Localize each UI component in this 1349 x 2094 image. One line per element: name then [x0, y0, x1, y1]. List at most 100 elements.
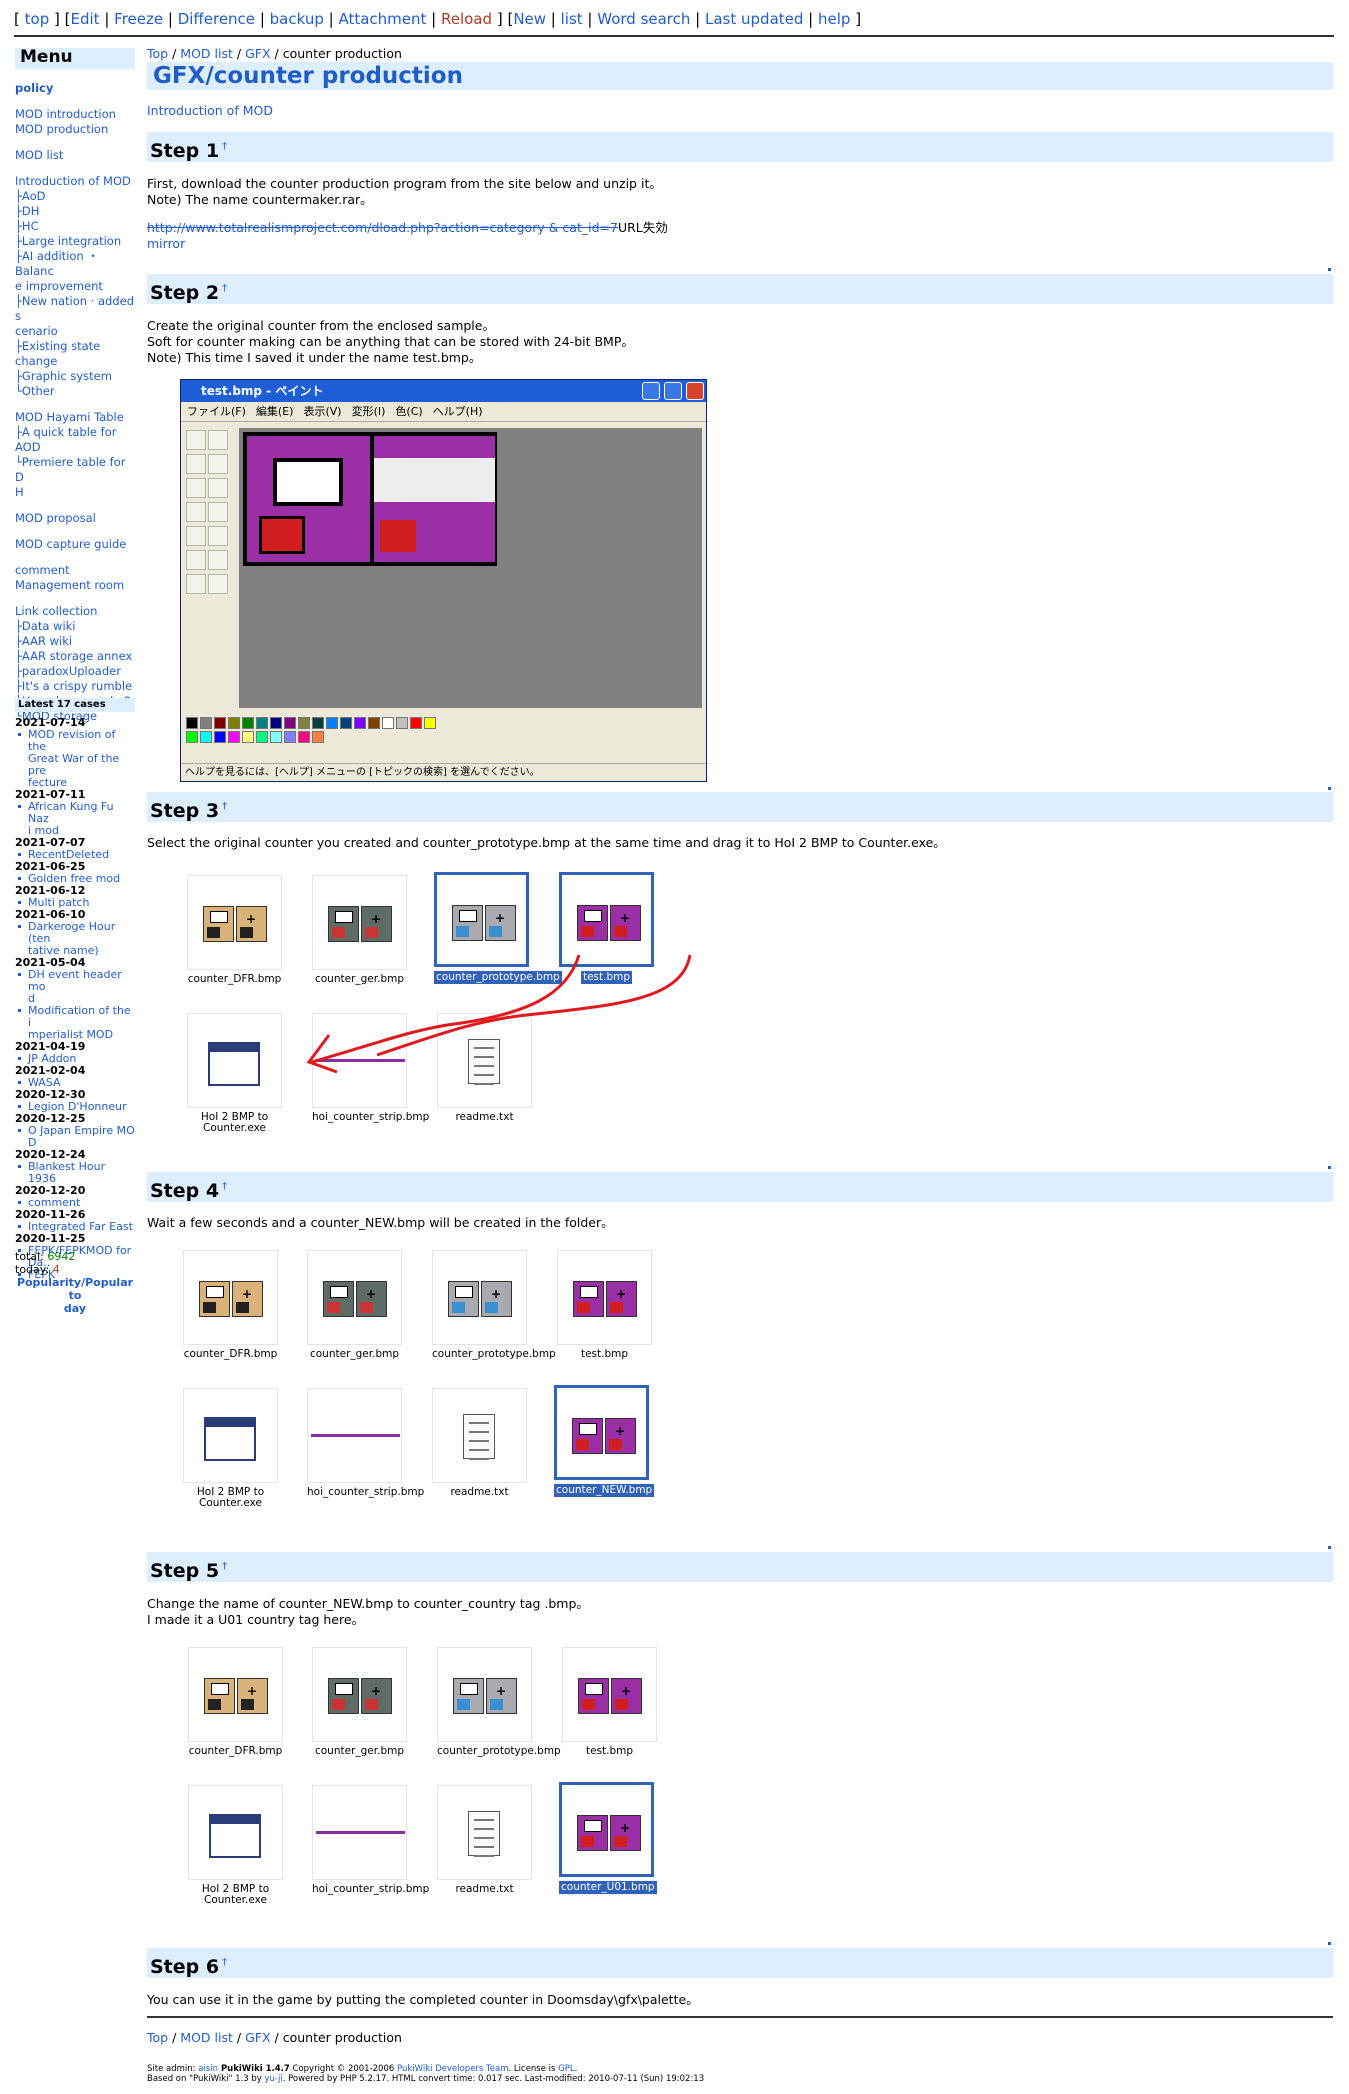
- recent-item-link[interactable]: WASA: [15, 1077, 135, 1089]
- jump-dot-icon[interactable]: [1328, 1546, 1331, 1549]
- download-url-link[interactable]: http://www.totalrealismproject.com/dload…: [147, 220, 618, 235]
- nav-top-link[interactable]: top: [25, 10, 50, 28]
- anchor-up-icon[interactable]: †: [222, 283, 227, 294]
- breadcrumb-top[interactable]: Top: [147, 46, 168, 61]
- nav-edit-link[interactable]: Edit: [71, 10, 100, 28]
- nav-help-link[interactable]: help: [818, 10, 850, 28]
- breadcrumb-top[interactable]: Top: [147, 2030, 168, 2045]
- menu-existing-link[interactable]: ├Existing state change: [15, 339, 135, 369]
- breadcrumb-modlist[interactable]: MOD list: [180, 46, 233, 61]
- file-icon-ger[interactable]: + counter_ger.bmp: [307, 1250, 402, 1360]
- menu-crispy-link[interactable]: ├It's a crispy rumble: [15, 679, 135, 694]
- jump-dot-icon[interactable]: [1328, 1166, 1331, 1169]
- file-icon-test[interactable]: + test.bmp: [562, 1647, 657, 1757]
- file-icon-u01[interactable]: + counter_U01.bmp: [559, 1782, 657, 1894]
- yuji-link[interactable]: yu-ji: [264, 2074, 282, 2084]
- file-icon-dfr[interactable]: + counter_DFR.bmp: [187, 875, 282, 985]
- popular-link-cont[interactable]: day: [64, 1302, 86, 1315]
- menu-large-link[interactable]: ├Large integration: [15, 234, 135, 249]
- recent-item-link[interactable]: Darkeroge Hour (ten tative name): [15, 921, 135, 957]
- anchor-up-icon[interactable]: †: [222, 141, 227, 152]
- nav-attach-link[interactable]: Attachment: [338, 10, 426, 28]
- file-icon-readme[interactable]: readme.txt: [432, 1388, 527, 1498]
- nav-list-link[interactable]: list: [561, 10, 583, 28]
- menu-aod-link[interactable]: ├AoD: [15, 189, 135, 204]
- menu-modlist-link[interactable]: MOD list: [15, 148, 135, 163]
- gpl-link[interactable]: GPL: [558, 2064, 574, 2074]
- file-icon-proto[interactable]: + counter_prototype.bmp: [434, 872, 562, 984]
- menu-aarannex-link[interactable]: ├AAR storage annex: [15, 649, 135, 664]
- nav-search-link[interactable]: Word search: [597, 10, 690, 28]
- file-icon-proto[interactable]: + counter_prototype.bmp: [437, 1647, 561, 1757]
- file-icon-readme[interactable]: readme.txt: [437, 1785, 532, 1895]
- file-icon-ger[interactable]: + counter_ger.bmp: [312, 1647, 407, 1757]
- breadcrumb-gfx[interactable]: GFX: [245, 46, 270, 61]
- nav-reload-link[interactable]: Reload: [441, 10, 492, 28]
- recent-item-link[interactable]: Multi patch: [15, 897, 135, 909]
- recent-item-link[interactable]: African Kung Fu Naz i mod: [15, 801, 135, 837]
- nav-updated-link[interactable]: Last updated: [705, 10, 803, 28]
- menu-proposal-link[interactable]: MOD proposal: [15, 511, 135, 526]
- breadcrumb-gfx[interactable]: GFX: [245, 2030, 270, 2045]
- recent-item-link[interactable]: RecentDeleted: [15, 849, 135, 861]
- recent-item-link[interactable]: JP Addon: [15, 1053, 135, 1065]
- file-icon-strip[interactable]: hoi_counter_strip.bmp: [307, 1388, 424, 1498]
- recent-item-link[interactable]: O Japan Empire MO D: [15, 1125, 135, 1149]
- recent-item-link[interactable]: comment: [15, 1197, 135, 1209]
- menu-premiere-link-cont[interactable]: H: [15, 485, 135, 500]
- recent-item-link[interactable]: Modification of the i mperialist MOD: [15, 1005, 135, 1041]
- menu-other-link[interactable]: └Other: [15, 384, 135, 399]
- admin-link[interactable]: aisin: [198, 2064, 218, 2074]
- anchor-up-icon[interactable]: †: [222, 1561, 227, 1572]
- anchor-up-icon[interactable]: †: [222, 1181, 227, 1192]
- file-icon-strip[interactable]: hoi_counter_strip.bmp: [312, 1785, 429, 1895]
- menu-hayami-link[interactable]: MOD Hayami Table: [15, 410, 135, 425]
- menu-newnation-link[interactable]: ├New nation · added s: [15, 294, 135, 324]
- menu-newnation-link-cont[interactable]: cenario: [15, 324, 135, 339]
- menu-datawiki-link[interactable]: ├Data wiki: [15, 619, 135, 634]
- mirror-link[interactable]: mirror: [147, 236, 185, 251]
- menu-hc-link[interactable]: ├HC: [15, 219, 135, 234]
- popular-link[interactable]: Popularity/Popular to: [17, 1276, 133, 1302]
- recent-item-link[interactable]: Legion D'Honneur: [15, 1101, 135, 1113]
- menu-paradox-link[interactable]: ├paradoxUploader: [15, 664, 135, 679]
- file-icon-proto[interactable]: + counter_prototype.bmp: [432, 1250, 556, 1360]
- menu-production-link[interactable]: MOD production: [15, 122, 135, 137]
- file-icon-dfr[interactable]: + counter_DFR.bmp: [188, 1647, 283, 1757]
- nav-diff-link[interactable]: Difference: [178, 10, 255, 28]
- menu-ai-link-cont[interactable]: e improvement: [15, 279, 135, 294]
- menu-policy-link[interactable]: policy: [15, 81, 135, 96]
- nav-freeze-link[interactable]: Freeze: [114, 10, 163, 28]
- menu-capture-link[interactable]: MOD capture guide: [15, 537, 135, 552]
- breadcrumb-modlist[interactable]: MOD list: [180, 2030, 233, 2045]
- file-icon-exe1[interactable]: HoI 2 BMP to Counter.exe: [183, 1388, 278, 1509]
- file-icon-ger[interactable]: + counter_ger.bmp: [312, 875, 407, 985]
- jump-dot-icon[interactable]: [1328, 268, 1331, 271]
- menu-ai-link[interactable]: ├AI addition ・Balanc: [15, 249, 135, 279]
- intro-link[interactable]: Introduction of MOD: [147, 103, 273, 119]
- recent-item-link[interactable]: Golden free mod: [15, 873, 135, 885]
- file-icon-dfr[interactable]: + counter_DFR.bmp: [183, 1250, 278, 1360]
- anchor-up-icon[interactable]: †: [222, 1957, 227, 1968]
- file-icon-exe1[interactable]: HoI 2 BMP to Counter.exe: [188, 1785, 283, 1906]
- nav-new-link[interactable]: New: [513, 10, 546, 28]
- jump-dot-icon[interactable]: [1328, 1942, 1331, 1945]
- file-icon-test[interactable]: + test.bmp: [557, 1250, 652, 1360]
- file-icon-exe1[interactable]: HoI 2 BMP to Counter.exe: [187, 1013, 282, 1134]
- menu-links-link[interactable]: Link collection: [15, 604, 135, 619]
- menu-premiere-link[interactable]: └Premiere table for D: [15, 455, 135, 485]
- menu-intro-link[interactable]: MOD introduction: [15, 107, 135, 122]
- menu-quick-link[interactable]: ├A quick table for AOD: [15, 425, 135, 455]
- page-title[interactable]: GFX/counter production: [147, 62, 1333, 90]
- recent-item-link[interactable]: MOD revision of the Great War of the pre f…: [15, 729, 135, 789]
- anchor-up-icon[interactable]: †: [222, 801, 227, 812]
- jump-dot-icon[interactable]: [1328, 787, 1331, 790]
- recent-item-link[interactable]: Integrated Far East: [15, 1221, 135, 1233]
- menu-introof-link[interactable]: Introduction of MOD: [15, 174, 135, 189]
- menu-aarwiki-link[interactable]: ├AAR wiki: [15, 634, 135, 649]
- recent-item-link[interactable]: DH event header mo d: [15, 969, 135, 1005]
- devs-link[interactable]: PukiWiki Developers Team: [397, 2064, 509, 2074]
- file-icon-new[interactable]: + counter_NEW.bmp: [554, 1385, 655, 1497]
- recent-item-link[interactable]: Blankest Hour 1936: [15, 1161, 135, 1185]
- nav-backup-link[interactable]: backup: [270, 10, 324, 28]
